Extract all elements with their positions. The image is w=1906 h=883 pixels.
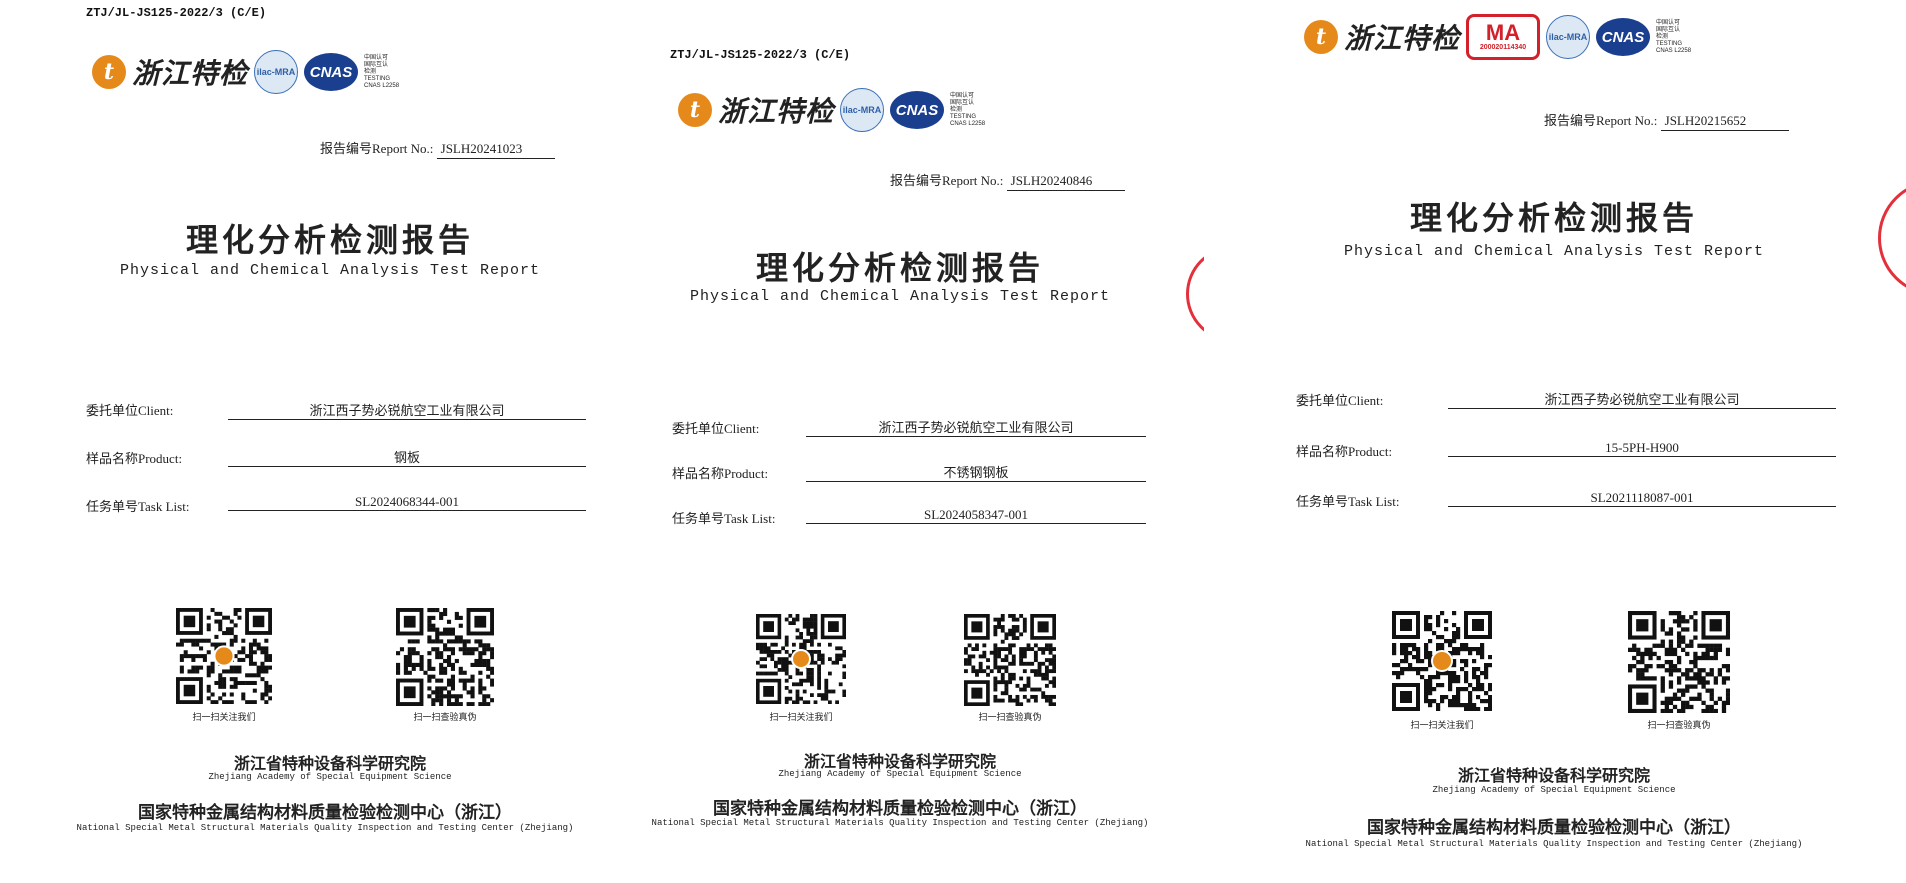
title-en: Physical and Chemical Analysis Test Repo… <box>689 288 1111 305</box>
report-number: 报告编号Report No.: JSLH20240846 <box>890 170 1125 191</box>
institute-cn: 浙江省特种设备科学研究院 <box>1457 766 1650 785</box>
task-value: SL2024058347-001 <box>806 507 1146 524</box>
product-value: 钢板 <box>228 447 586 467</box>
client-label: 委托单位Client: <box>1296 393 1384 408</box>
brand-name: 浙江特检 <box>718 95 835 128</box>
task-label: 任务单号Task List: <box>86 499 190 514</box>
qr-verify-caption: 扫一扫查验真伪 <box>413 712 477 722</box>
institute-en: Zhejiang Academy of Special Equipment Sc… <box>1432 785 1676 795</box>
center-cn: 国家特种金属结构材料质量检验检测中心（浙江） <box>713 799 1087 819</box>
task-value: SL2021118087-001 <box>1448 490 1836 507</box>
report-number-value: JSLH20240846 <box>1006 173 1125 191</box>
task-value: SL2024068344-001 <box>228 494 586 511</box>
cma-icon: MA 200020114340 <box>1466 14 1541 60</box>
cnas-side-text: 中国认可 国际互认 检测 TESTING CNAS L2258 <box>364 54 400 89</box>
product-label: 样品名称Product: <box>86 451 183 466</box>
qr-follow-caption: 扫一扫关注我们 <box>769 712 833 722</box>
client-value: 浙江西子势必锐航空工业有限公司 <box>1448 389 1836 409</box>
official-seal-stamp <box>1878 180 1906 296</box>
institute-en: Zhejiang Academy of Special Equipment Sc… <box>778 769 1022 779</box>
client-label: 委托单位Client: <box>672 421 760 436</box>
qr-verify-icon <box>964 614 1056 706</box>
product-value: 15-5PH-H900 <box>1448 440 1836 457</box>
task-label: 任务单号Task List: <box>1296 494 1400 509</box>
title-en: Physical and Chemical Analysis Test Repo… <box>1343 243 1765 260</box>
ilac-mra-icon: ilac-MRA <box>1546 15 1591 59</box>
institute-cn: 浙江省特种设备科学研究院 <box>233 754 426 773</box>
cnas-side-text: 中国认可 国际互认 检测 TESTING CNAS L2258 <box>1656 19 1692 54</box>
cnas-side-text: 中国认可 国际互认 检测 TESTING CNAS L2258 <box>950 92 986 127</box>
cnas-icon: CNAS <box>890 91 945 129</box>
brand-name: 浙江特检 <box>132 57 249 90</box>
report-page-3: t 浙江特检 MA 200020114340 ilac-MRA CNAS 中国认… <box>1204 0 1906 883</box>
report-number: 报告编号Report No.: JSLH20241023 <box>320 138 555 159</box>
center-en: National Special Metal Structural Materi… <box>651 818 1149 828</box>
report-number-value: JSLH20215652 <box>1660 113 1789 131</box>
report-number-value: JSLH20241023 <box>436 141 555 159</box>
qr-follow-icon <box>1392 611 1492 711</box>
task-label: 任务单号Task List: <box>672 511 776 526</box>
title-cn: 理化分析检测报告 <box>185 221 474 259</box>
report-code: ZTJ/JL-JS125-2022/3 (C/E) <box>86 6 267 20</box>
center-en: National Special Metal Structural Materi… <box>1305 839 1803 849</box>
center-en: National Special Metal Structural Materi… <box>76 823 574 833</box>
report-page-1: ZTJ/JL-JS125-2022/3 (C/E) t 浙江特检 ilac-MR… <box>0 0 590 883</box>
center-cn: 国家特种金属结构材料质量检验检测中心（浙江） <box>138 803 512 823</box>
qr-follow-icon <box>756 614 846 704</box>
client-label: 委托单位Client: <box>86 403 174 418</box>
qr-follow-caption: 扫一扫关注我们 <box>1410 720 1474 730</box>
zhejiang-tejian-logo-icon: t <box>92 55 126 89</box>
ilac-mra-icon: ilac-MRA <box>254 50 299 94</box>
qr-verify-caption: 扫一扫查验真伪 <box>1647 720 1711 730</box>
qr-verify-icon <box>396 608 494 706</box>
title-en: Physical and Chemical Analysis Test Repo… <box>119 262 541 279</box>
product-value: 不锈钢钢板 <box>806 462 1146 482</box>
header-logos: t 浙江特检 ilac-MRA CNAS 中国认可 国际互认 检测 TESTING CN… <box>678 88 985 132</box>
report-code: ZTJ/JL-JS125-2022/3 (C/E) <box>670 48 851 62</box>
official-seal-stamp <box>1186 246 1204 342</box>
product-label: 样品名称Product: <box>672 466 769 481</box>
product-label: 样品名称Product: <box>1296 444 1393 459</box>
institute-en: Zhejiang Academy of Special Equipment Sc… <box>208 772 452 782</box>
client-value: 浙江西子势必锐航空工业有限公司 <box>228 400 586 420</box>
title-cn: 理化分析检测报告 <box>1409 199 1698 237</box>
title-cn: 理化分析检测报告 <box>755 249 1044 287</box>
zhejiang-tejian-logo-icon: t <box>1304 20 1338 54</box>
header-logos: t 浙江特检 ilac-MRA CNAS 中国认可 国际互认 检测 TESTING CN… <box>92 50 399 94</box>
qr-follow-caption: 扫一扫关注我们 <box>192 712 256 722</box>
client-value: 浙江西子势必锐航空工业有限公司 <box>806 417 1146 437</box>
zhejiang-tejian-logo-icon: t <box>678 93 712 127</box>
cnas-icon: CNAS <box>304 53 359 91</box>
cnas-icon: CNAS <box>1596 18 1651 56</box>
center-cn: 国家特种金属结构材料质量检验检测中心（浙江） <box>1367 818 1741 838</box>
report-number: 报告编号Report No.: JSLH20215652 <box>1544 110 1789 131</box>
qr-follow-icon <box>176 608 272 704</box>
header-logos: t 浙江特检 MA 200020114340 ilac-MRA CNAS 中国认… <box>1304 14 1691 60</box>
qr-verify-caption: 扫一扫查验真伪 <box>978 712 1042 722</box>
qr-verify-icon <box>1628 611 1730 713</box>
report-page-2: ZTJ/JL-JS125-2022/3 (C/E) t 浙江特检 ilac-MR… <box>590 0 1204 883</box>
ilac-mra-icon: ilac-MRA <box>840 88 885 132</box>
brand-name: 浙江特检 <box>1344 22 1461 55</box>
